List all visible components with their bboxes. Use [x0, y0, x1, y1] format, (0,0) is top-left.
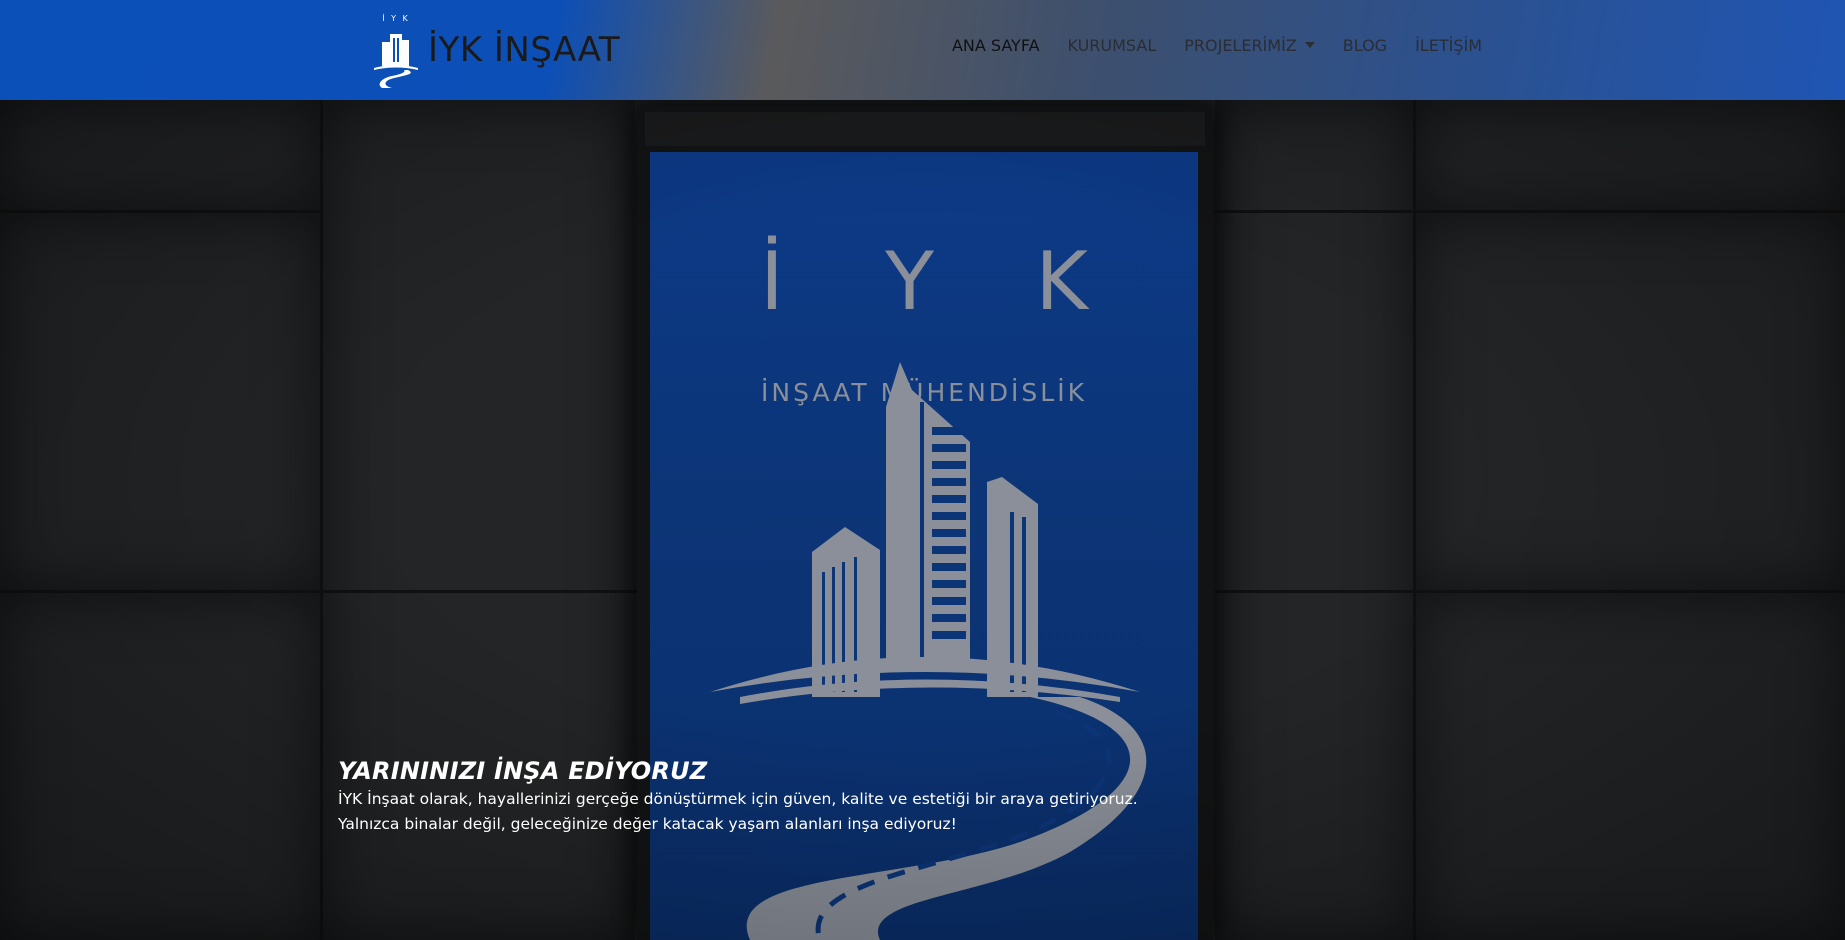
building-road-logo-icon: İ Y K	[368, 12, 424, 88]
hero-section: İ Y K İNŞAAT MÜHENDİSLİK YARININIZI İNŞA…	[0, 100, 1845, 940]
wall-panel	[1416, 100, 1845, 210]
wall-panel	[1416, 593, 1845, 940]
nav-item-blog[interactable]: BLOG	[1343, 36, 1387, 55]
wall-seam	[1215, 590, 1845, 593]
nav-item-label: KURUMSAL	[1067, 35, 1157, 55]
wall-panel	[0, 213, 320, 590]
wall-seam	[320, 100, 323, 940]
wall-seam	[1413, 100, 1416, 940]
nav-item-projelerimiz[interactable]: PROJELERİMİZ	[1184, 36, 1315, 55]
main-nav: ANA SAYFA KURUMSAL PROJELERİMİZ BLOG İLE…	[924, 0, 1482, 90]
wall-panel	[1416, 213, 1845, 590]
hero-paragraph-line: Yalnızca binalar değil, geleceğinize değ…	[338, 815, 957, 833]
poster-frame-top	[645, 112, 1205, 146]
nav-item-iletisim[interactable]: İLETİŞİM	[1415, 36, 1482, 55]
hero-heading: YARININIZI İNŞA EDİYORUZ	[338, 757, 708, 785]
wall-seam	[1215, 210, 1845, 213]
nav-item-label: PROJELERİMİZ	[1184, 35, 1297, 55]
nav-item-label: İLETİŞİM	[1415, 35, 1482, 55]
wall-panel	[0, 593, 320, 940]
hero-text-block: YARININIZI İNŞA EDİYORUZ İYK İnşaat olar…	[338, 755, 1238, 837]
hero-paragraph-line: İYK İnşaat olarak, hayallerinizi gerçeğe…	[338, 790, 1138, 808]
caret-down-icon	[1304, 42, 1315, 48]
site-header: İ Y K İYK İNŞAAT ANA SAYFA KURUMSAL PROJ…	[0, 0, 1845, 100]
wall-seam	[0, 590, 640, 593]
site-logo-text: İYK İNŞAAT	[428, 30, 621, 70]
nav-item-label: BLOG	[1342, 35, 1388, 55]
wall-seam	[0, 210, 320, 213]
nav-item-label: ANA SAYFA	[951, 35, 1040, 55]
logo-mark-text: İ Y K	[382, 13, 410, 23]
nav-item-kurumsal[interactable]: KURUMSAL	[1068, 36, 1157, 55]
site-logo-link[interactable]: İ Y K İYK İNŞAAT	[368, 8, 620, 92]
poster-title: İ Y K	[760, 235, 1126, 328]
wall-panel	[1215, 100, 1413, 940]
poster-subtitle: İNŞAAT MÜHENDİSLİK	[761, 378, 1087, 407]
wall-panel	[0, 100, 320, 210]
nav-item-ana-sayfa[interactable]: ANA SAYFA	[952, 36, 1040, 55]
